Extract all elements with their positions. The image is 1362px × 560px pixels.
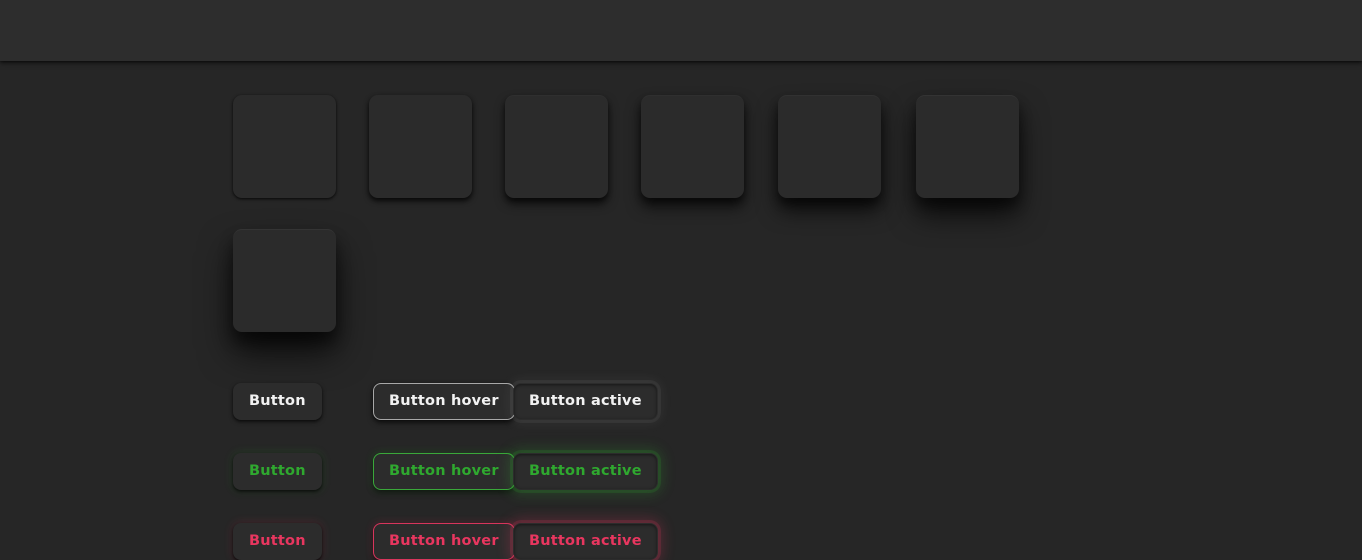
elevation-card[interactable] xyxy=(505,95,608,198)
button-danger-normal[interactable]: Button xyxy=(233,522,322,560)
button-cell: Button hover xyxy=(373,452,515,490)
elevation-card[interactable] xyxy=(233,95,336,198)
elevation-card[interactable] xyxy=(233,229,336,332)
button-danger-hover[interactable]: Button hover xyxy=(373,522,515,560)
button-success-hover[interactable]: Button hover xyxy=(373,452,515,490)
elevation-card-row-2 xyxy=(233,229,336,332)
button-cell: Button xyxy=(233,382,373,420)
button-row-success: Button Button hover Button active xyxy=(233,436,658,506)
top-app-bar xyxy=(0,0,1362,61)
elevation-card[interactable] xyxy=(369,95,472,198)
button-cell: Button xyxy=(233,522,373,560)
content-canvas: Button Button hover Button active Button… xyxy=(0,61,1362,560)
button-showcase-grid: Button Button hover Button active Button… xyxy=(233,366,658,560)
button-danger-active[interactable]: Button active xyxy=(513,522,658,560)
button-default-hover[interactable]: Button hover xyxy=(373,382,515,420)
button-cell: Button hover xyxy=(373,382,515,420)
button-default-active[interactable]: Button active xyxy=(513,382,658,420)
elevation-card[interactable] xyxy=(641,95,744,198)
button-cell: Button hover xyxy=(373,522,515,560)
button-cell: Button active xyxy=(513,522,658,560)
elevation-card-row-1 xyxy=(233,95,1019,198)
button-success-normal[interactable]: Button xyxy=(233,452,322,490)
button-cell: Button xyxy=(233,452,373,490)
top-app-bar-title xyxy=(0,0,1362,61)
button-cell: Button active xyxy=(513,452,658,490)
button-row-default: Button Button hover Button active xyxy=(233,366,658,436)
button-row-danger: Button Button hover Button active xyxy=(233,506,658,560)
button-success-active[interactable]: Button active xyxy=(513,452,658,490)
elevation-card[interactable] xyxy=(916,95,1019,198)
elevation-card[interactable] xyxy=(778,95,881,198)
button-default-normal[interactable]: Button xyxy=(233,382,322,420)
button-cell: Button active xyxy=(513,382,658,420)
